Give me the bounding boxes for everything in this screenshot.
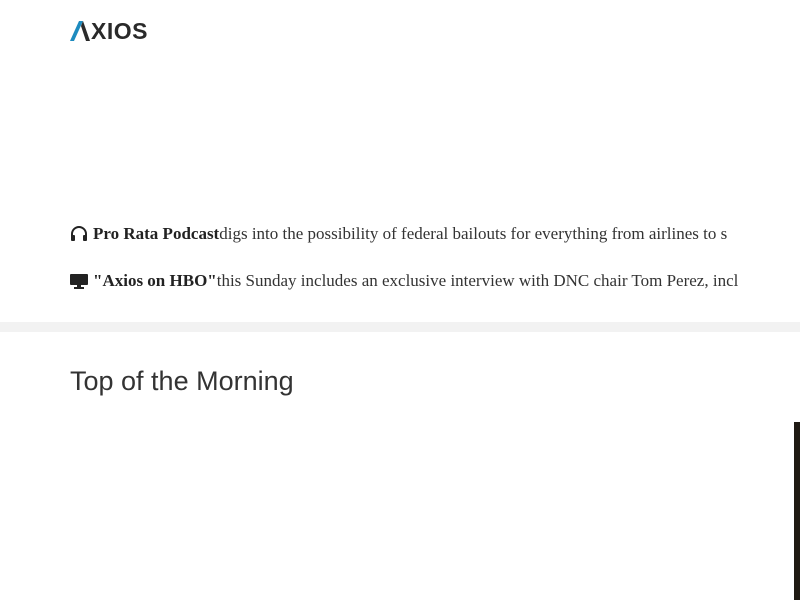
monitor-icon bbox=[70, 274, 88, 289]
section-title: Top of the Morning bbox=[70, 366, 294, 396]
promo-line-podcast: Pro Rata Podcast digs into the possibili… bbox=[70, 224, 727, 244]
promo-text-hbo: this Sunday includes an exclusive interv… bbox=[216, 271, 739, 290]
story-image-edge[interactable] bbox=[794, 422, 800, 600]
promo-line-hbo: "Axios on HBO" this Sunday includes an e… bbox=[70, 271, 738, 291]
axios-on-hbo-link[interactable]: "Axios on HBO" bbox=[93, 271, 217, 291]
promo-text-podcast: digs into the possibility of federal bai… bbox=[219, 224, 728, 243]
axios-logo-text: XIOS bbox=[91, 18, 148, 44]
pro-rata-podcast-link[interactable]: Pro Rata Podcast bbox=[93, 224, 219, 244]
section-divider bbox=[0, 322, 800, 332]
axios-logo-a-mark bbox=[70, 21, 90, 41]
page: XIOS Pro Rata Podcast digs into the poss… bbox=[0, 0, 800, 600]
headphones-icon bbox=[71, 226, 87, 241]
axios-logo[interactable]: XIOS bbox=[70, 18, 148, 44]
